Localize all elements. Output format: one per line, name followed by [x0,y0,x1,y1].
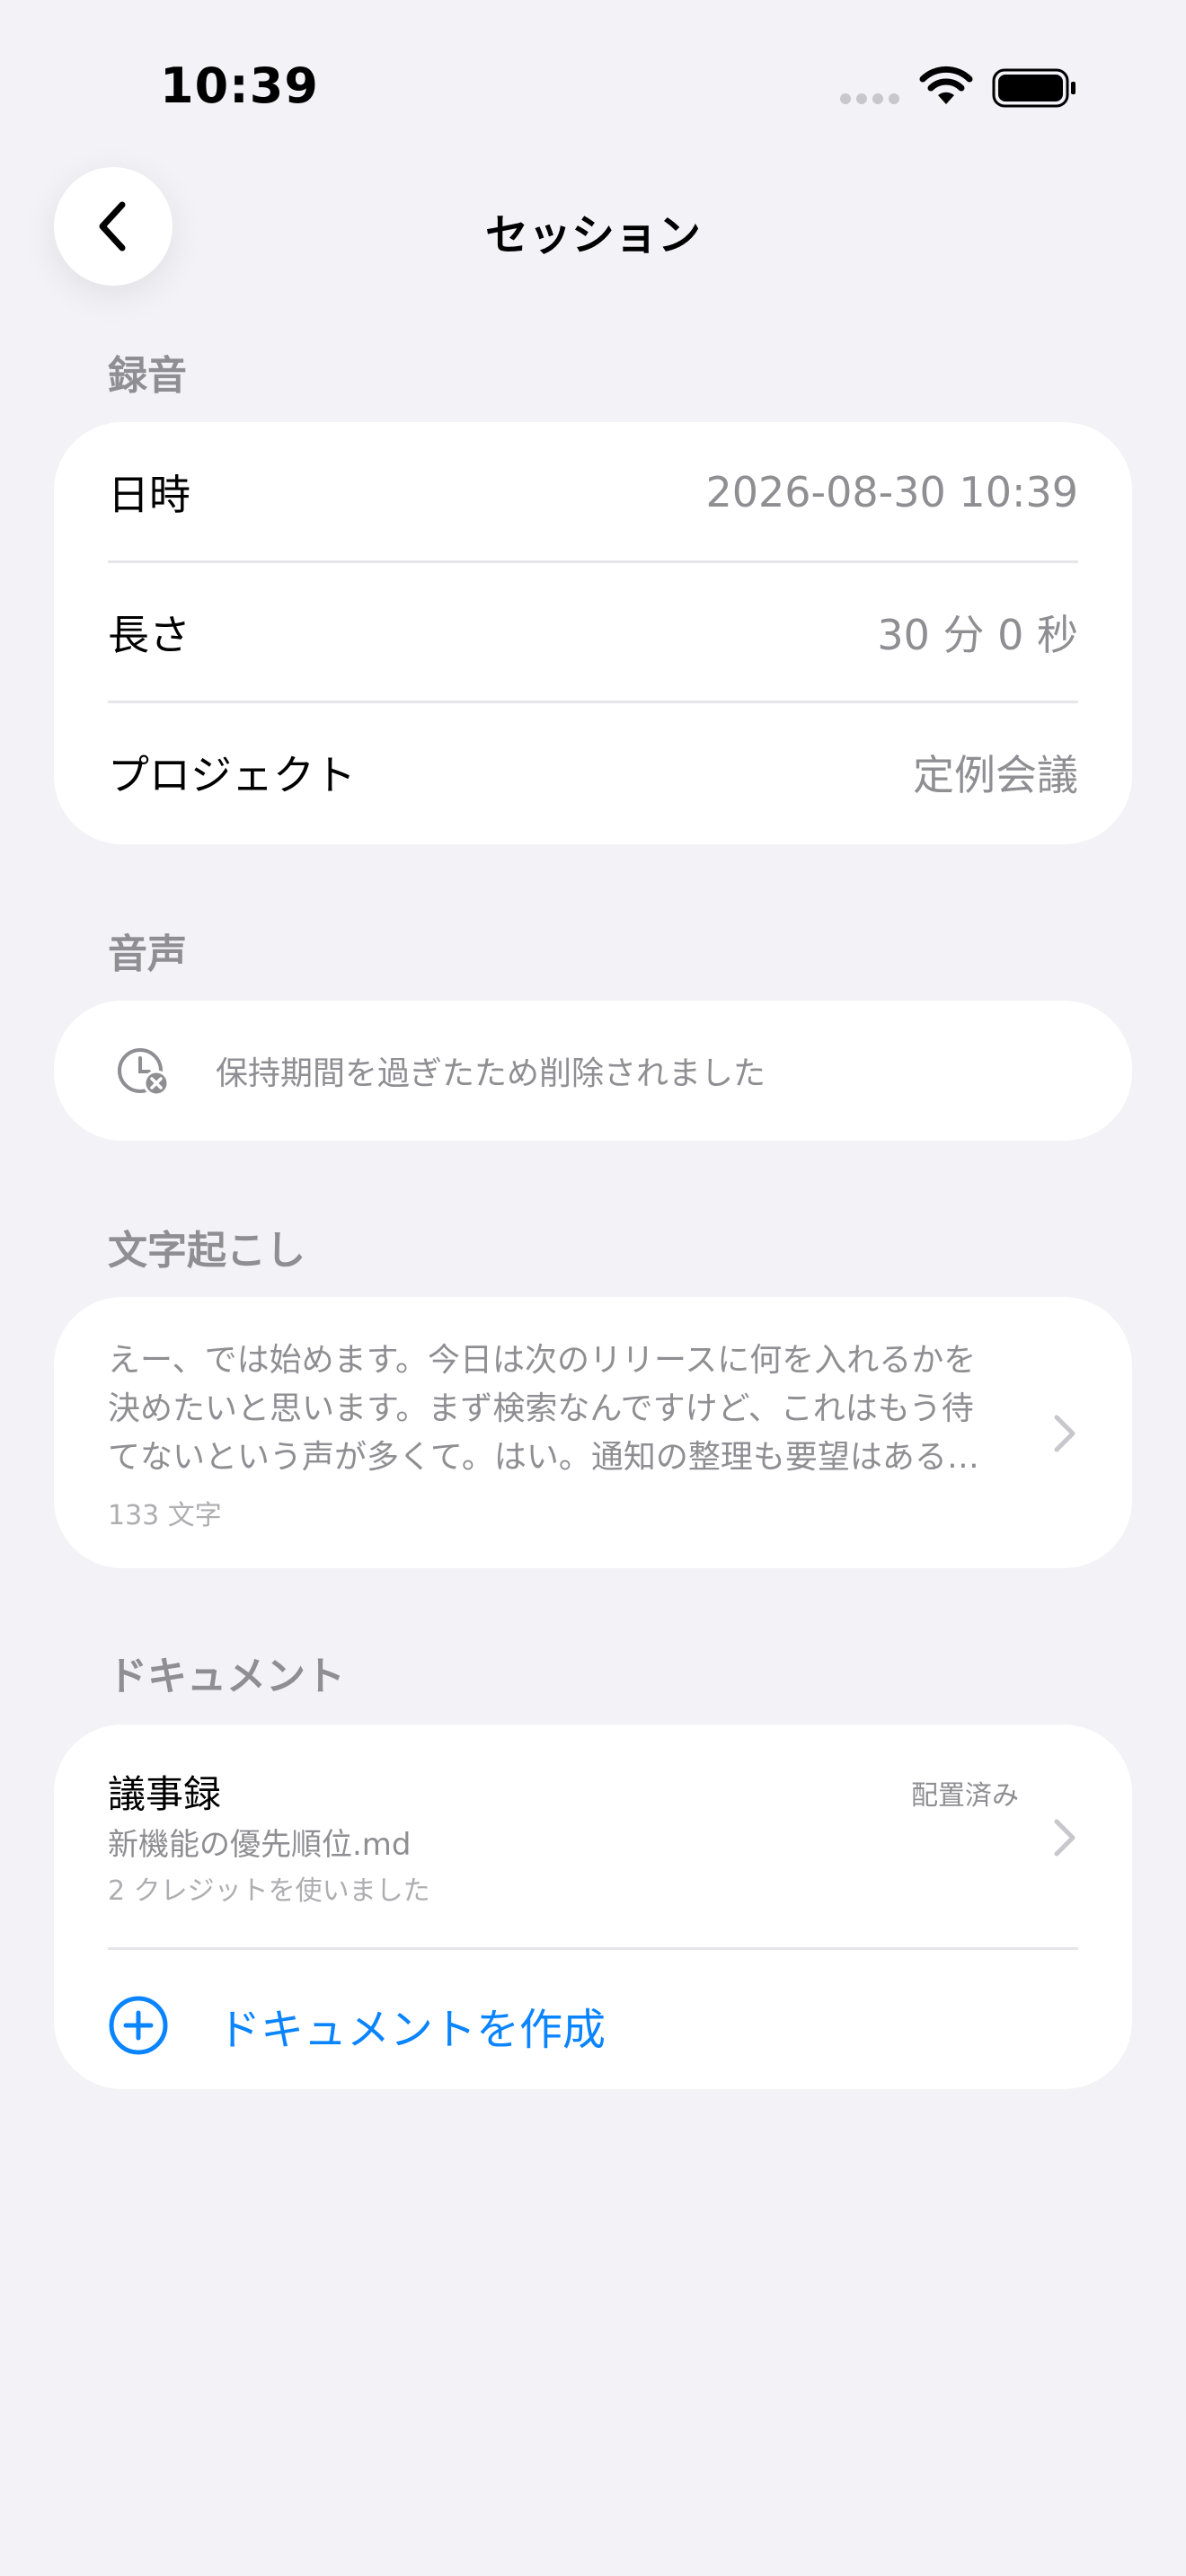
character-count: 133 文字 [108,1500,222,1531]
audio-status-text: 保持期間を過ぎたため削除されました [216,1055,766,1092]
document-credits: 2 クレジットを使いました [108,1875,430,1907]
transcript-line: てないという声が多くて。はい。通知の整理も要望はある… [108,1439,979,1476]
row-label: 長さ [108,611,190,659]
page-title: セッション [484,210,701,260]
chevron-right-icon [1054,1819,1075,1857]
document-item[interactable]: 議事録 配置済み 新機能の優先順位.md 2 クレジットを使いました [54,1725,1132,1947]
clock-deleted-icon [118,1048,170,1097]
row-value: 2026-08-30 10:39 [705,468,1078,516]
transcript-card[interactable]: えー、では始めます。今日は次のリリースに何を入れるかを 決めたいと思います。まず… [54,1297,1132,1568]
section-header-documents: ドキュメント [108,1654,345,1699]
divider [108,1947,1078,1950]
document-filename: 新機能の優先順位.md [108,1827,412,1863]
row-label: 日時 [108,471,190,519]
transcript-line: えー、では始めます。今日は次のリリースに何を入れるかを [108,1342,977,1379]
row-project[interactable]: プロジェクト 定例会議 [108,702,1078,842]
plus-circle-icon [109,1996,168,2055]
recording-card: 日時 2026-08-30 10:39 長さ 30 分 0 秒 プロジェクト 定… [54,422,1132,844]
battery-icon [992,68,1075,108]
create-document-label: ドキュメントを作成 [217,2005,606,2055]
documents-card: 議事録 配置済み 新機能の優先順位.md 2 クレジットを使いました ドキュメン… [54,1725,1132,2089]
section-header-audio: 音声 [108,931,187,977]
row-label: プロジェクト [108,751,356,799]
status-time: 10:39 [160,57,319,114]
section-header-transcript: 文字起こし [108,1228,305,1274]
row-datetime: 日時 2026-08-30 10:39 [108,422,1078,562]
row-duration: 長さ 30 分 0 秒 [108,562,1078,702]
cellular-signal-icon [840,93,899,104]
section-header-recording: 録音 [108,353,187,399]
wifi-icon [919,66,973,104]
transcript-preview: えー、では始めます。今日は次のリリースに何を入れるかを 決めたいと思います。まず… [108,1337,1060,1482]
transcript-line: 決めたいと思います。まず検索なんですけど、これはもう待 [108,1390,974,1427]
document-title: 議事録 [108,1772,222,1816]
row-value: 30 分 0 秒 [877,611,1078,659]
row-value: 定例会議 [913,751,1078,799]
audio-card: 保持期間を過ぎたため削除されました [54,1001,1132,1141]
chevron-right-icon [1054,1415,1075,1452]
create-document-button[interactable]: ドキュメントを作成 [108,1994,606,2057]
status-badge: 配置済み [911,1780,1019,1812]
